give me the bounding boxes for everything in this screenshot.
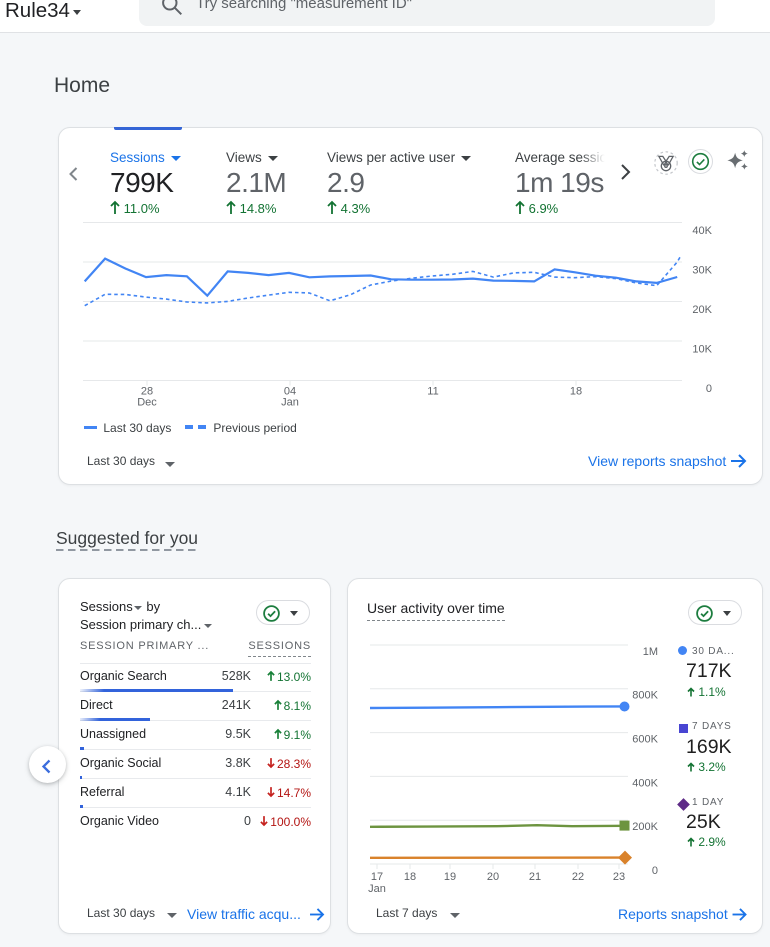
svg-text:22: 22 [572, 871, 584, 883]
svg-text:1M: 1M [643, 646, 658, 658]
svg-text:18: 18 [404, 871, 416, 883]
svg-text:600K: 600K [632, 734, 658, 746]
svg-text:10K: 10K [692, 344, 712, 356]
svg-text:19: 19 [444, 871, 456, 883]
svg-text:23: 23 [613, 871, 625, 883]
svg-text:0: 0 [706, 383, 712, 395]
svg-text:20K: 20K [692, 304, 712, 316]
svg-text:Dec: Dec [137, 397, 157, 409]
svg-text:20: 20 [487, 871, 499, 883]
svg-text:18: 18 [570, 386, 582, 398]
svg-text:800K: 800K [632, 690, 658, 702]
svg-text:40K: 40K [692, 225, 712, 237]
svg-text:Jan: Jan [281, 397, 299, 409]
svg-text:400K: 400K [632, 777, 658, 789]
svg-text:21: 21 [529, 871, 541, 883]
svg-text:200K: 200K [632, 821, 658, 833]
svg-text:0: 0 [652, 865, 658, 877]
svg-text:Jan: Jan [368, 883, 386, 895]
svg-text:30K: 30K [692, 265, 712, 277]
svg-text:11: 11 [427, 386, 438, 398]
svg-text:17: 17 [371, 871, 383, 883]
